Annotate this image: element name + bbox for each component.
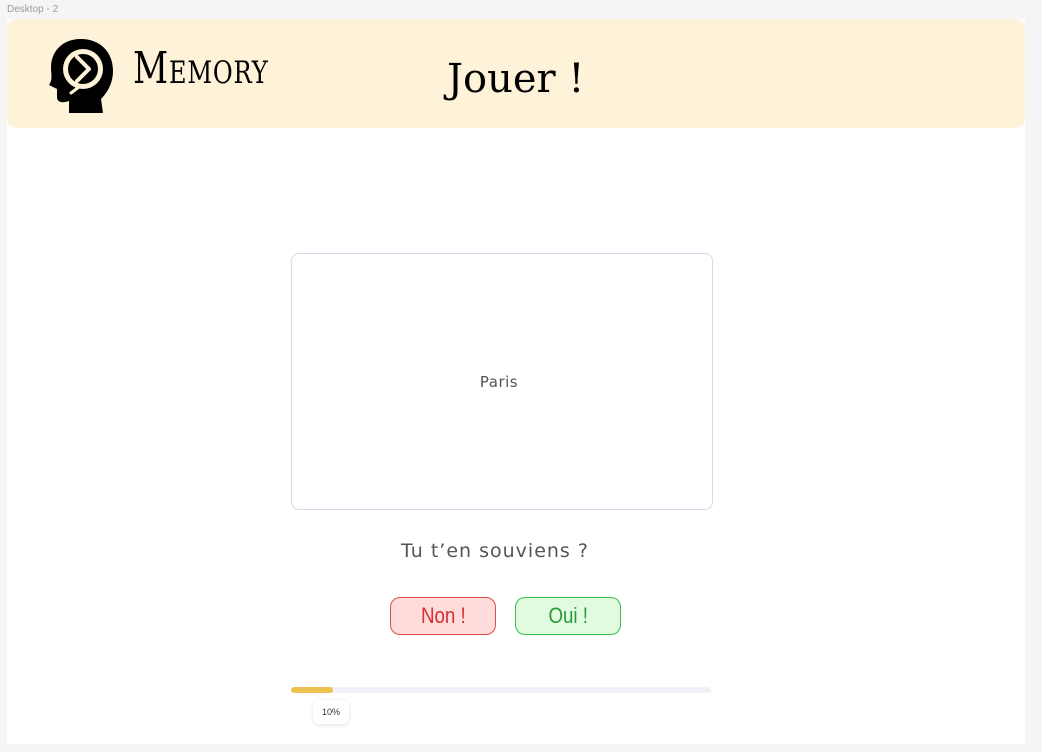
desktop-frame: Memory Jouer ! Paris Tu t’en souviens ? … [7, 19, 1025, 744]
progress-bar [291, 687, 711, 693]
yes-button-label: Oui ! [548, 603, 588, 628]
progress-fill [291, 687, 333, 693]
head-with-arrows-icon [49, 39, 113, 113]
yes-button[interactable]: Oui ! [515, 597, 621, 635]
no-button[interactable]: Non ! [390, 597, 496, 635]
no-button-label: Non ! [420, 603, 466, 628]
nav-play-link[interactable]: Jouer ! [447, 57, 584, 101]
brand-title: Memory [133, 43, 269, 94]
frame-label: Desktop - 2 [7, 4, 59, 15]
card-word: Paris [479, 372, 519, 391]
memory-card[interactable]: Paris [291, 253, 713, 510]
header-bar: Memory Jouer ! [7, 19, 1025, 128]
progress-label: 10% [313, 700, 349, 724]
recall-question: Tu t’en souviens ? [401, 540, 589, 562]
